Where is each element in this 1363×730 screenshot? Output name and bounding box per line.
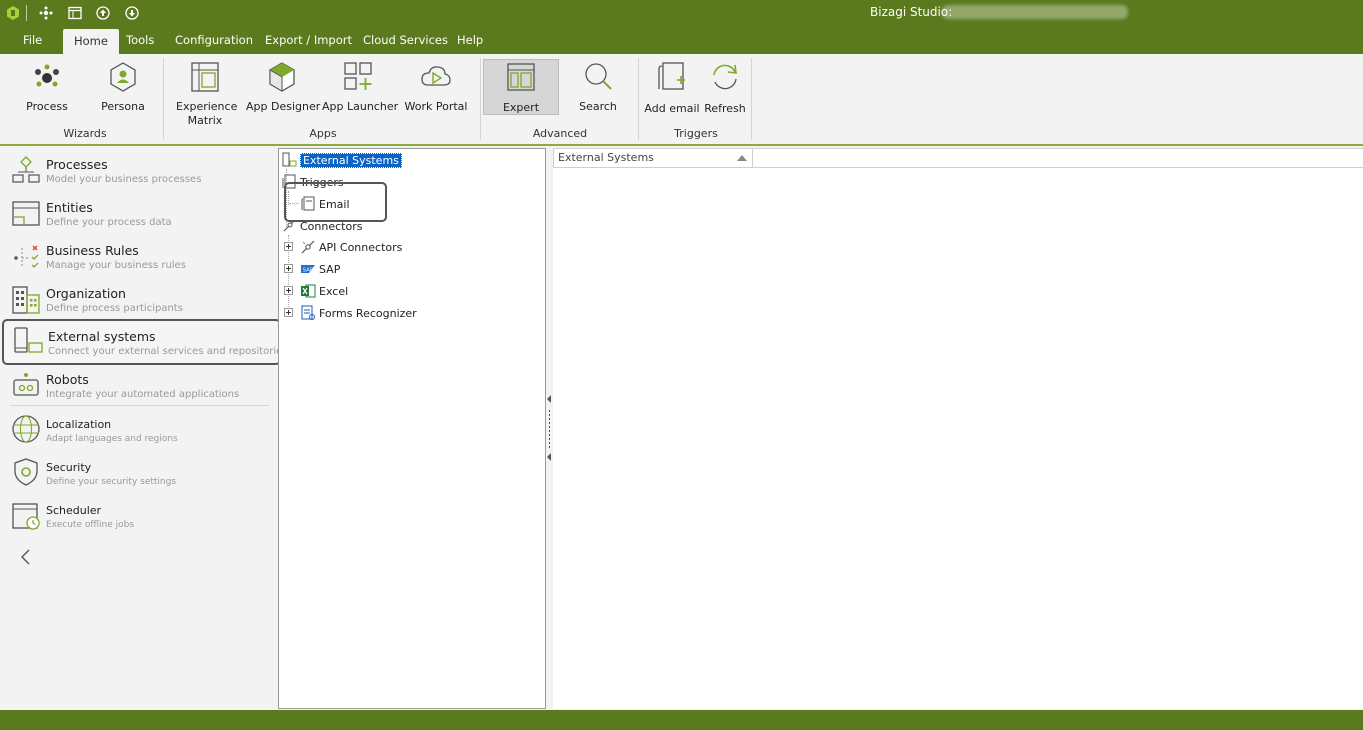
app-designer-button[interactable]: App Designer xyxy=(246,60,320,114)
shield-icon xyxy=(10,456,42,488)
tree-panel: External Systems Triggers Email Connecto… xyxy=(278,148,546,709)
group-label-apps: Apps xyxy=(309,127,337,140)
persona-button[interactable]: Persona xyxy=(96,60,150,114)
ribbon-separator xyxy=(480,58,481,140)
work-portal-button[interactable]: Work Portal xyxy=(403,60,469,114)
nav-divider xyxy=(10,405,269,406)
app-launcher-icon xyxy=(341,60,375,94)
tab-configuration[interactable]: Configuration xyxy=(164,27,264,54)
processes-icon xyxy=(10,154,42,186)
upload-icon[interactable] xyxy=(94,4,112,22)
group-label-triggers: Triggers xyxy=(674,127,718,140)
tree-node-api-connectors[interactable]: API Connectors xyxy=(300,238,402,256)
left-navigation: Processes Model your business processes … xyxy=(0,148,288,710)
calendar-clock-icon xyxy=(10,499,42,531)
sap-icon: SAP xyxy=(300,261,316,277)
tab-cloud-services[interactable]: Cloud Services xyxy=(352,27,459,54)
ribbon-separator xyxy=(751,58,752,140)
expand-toggle[interactable] xyxy=(284,242,293,251)
external-systems-icon xyxy=(12,325,44,357)
ribbon-separator xyxy=(638,58,639,140)
globe-icon xyxy=(10,413,42,445)
download-icon[interactable] xyxy=(123,4,141,22)
excel-icon xyxy=(300,283,316,299)
network-icon[interactable] xyxy=(37,4,55,22)
status-bar xyxy=(0,710,1363,730)
grid-panel: External Systems xyxy=(553,148,1363,709)
refresh-button[interactable]: Refresh xyxy=(703,60,747,116)
tab-file[interactable]: File xyxy=(12,27,53,54)
process-icon xyxy=(30,60,64,94)
expand-toggle[interactable] xyxy=(284,308,293,317)
tab-home[interactable]: Home xyxy=(63,29,119,54)
tab-tools[interactable]: Tools xyxy=(115,27,165,54)
group-label-wizards: Wizards xyxy=(63,127,107,140)
add-email-icon xyxy=(655,60,689,94)
matrix-icon xyxy=(188,60,222,94)
nav-item-security[interactable]: Security Define your security settings xyxy=(8,452,273,494)
search-button[interactable]: Search xyxy=(570,60,626,114)
nav-item-robots[interactable]: Robots Integrate your automated applicat… xyxy=(8,365,273,407)
tree-node-sap[interactable]: SAP SAP xyxy=(300,260,340,278)
column-header-external-systems[interactable]: External Systems xyxy=(553,148,753,168)
nav-item-scheduler[interactable]: Scheduler Execute offline jobs xyxy=(8,495,273,537)
nav-item-business-rules[interactable]: Business Rules Manage your business rule… xyxy=(8,236,273,278)
add-email-button[interactable]: Add email xyxy=(643,60,701,116)
persona-icon xyxy=(106,60,140,94)
external-systems-icon xyxy=(281,152,297,168)
window-icon[interactable] xyxy=(66,4,84,22)
quick-access-separator xyxy=(26,5,27,21)
sort-ascending-icon xyxy=(737,155,747,161)
tab-help[interactable]: Help xyxy=(446,27,494,54)
tab-export-import[interactable]: Export / Import xyxy=(254,27,363,54)
app-designer-icon xyxy=(265,60,299,94)
business-rules-icon xyxy=(10,240,42,272)
menu-bar: File Home Tools Configuration Export / I… xyxy=(0,27,1363,54)
robots-icon xyxy=(10,369,42,401)
expert-button[interactable]: Expert xyxy=(483,59,559,115)
forms-recognizer-icon xyxy=(300,305,316,321)
entities-icon xyxy=(10,197,42,229)
collapse-chevron-icon[interactable] xyxy=(18,548,34,566)
api-connector-icon xyxy=(300,239,316,255)
ribbon: Process Persona Wizards Experience Matri… xyxy=(0,54,1363,146)
work-portal-icon xyxy=(419,60,453,94)
nav-item-processes[interactable]: Processes Model your business processes xyxy=(8,150,273,192)
email-highlight-box xyxy=(284,182,387,222)
experience-matrix-button[interactable]: Experience Matrix xyxy=(176,60,237,128)
ribbon-separator xyxy=(163,58,164,140)
search-icon xyxy=(581,60,615,94)
app-launcher-button[interactable]: App Launcher xyxy=(322,60,398,114)
expand-toggle[interactable] xyxy=(284,286,293,295)
nav-item-external-systems[interactable]: External systems Connect your external s… xyxy=(2,319,288,365)
nav-item-localization[interactable]: Localization Adapt languages and regions xyxy=(8,409,273,451)
expand-toggle[interactable] xyxy=(284,264,293,273)
svg-text:SAP: SAP xyxy=(303,268,314,274)
group-label-advanced: Advanced xyxy=(532,127,588,140)
tree-node-forms-recognizer[interactable]: Forms Recognizer xyxy=(300,304,417,322)
title-bar: Bizagi Studio: xyxy=(0,0,1363,27)
tree-node-excel[interactable]: Excel xyxy=(300,282,348,300)
nav-item-entities[interactable]: Entities Define your process data xyxy=(8,193,273,235)
panel-splitter[interactable] xyxy=(546,148,553,709)
tree-node-external-systems[interactable]: External Systems xyxy=(281,151,402,169)
window-title: Bizagi Studio: xyxy=(870,5,953,19)
organization-icon xyxy=(10,283,42,315)
process-button[interactable]: Process xyxy=(18,60,76,114)
redacted-project-name xyxy=(942,5,1128,19)
column-header-filler xyxy=(753,148,1363,168)
bizagi-logo-icon xyxy=(4,4,22,22)
refresh-icon xyxy=(708,60,742,94)
expert-icon xyxy=(504,61,538,95)
nav-item-organization[interactable]: Organization Define process participants xyxy=(8,279,273,321)
